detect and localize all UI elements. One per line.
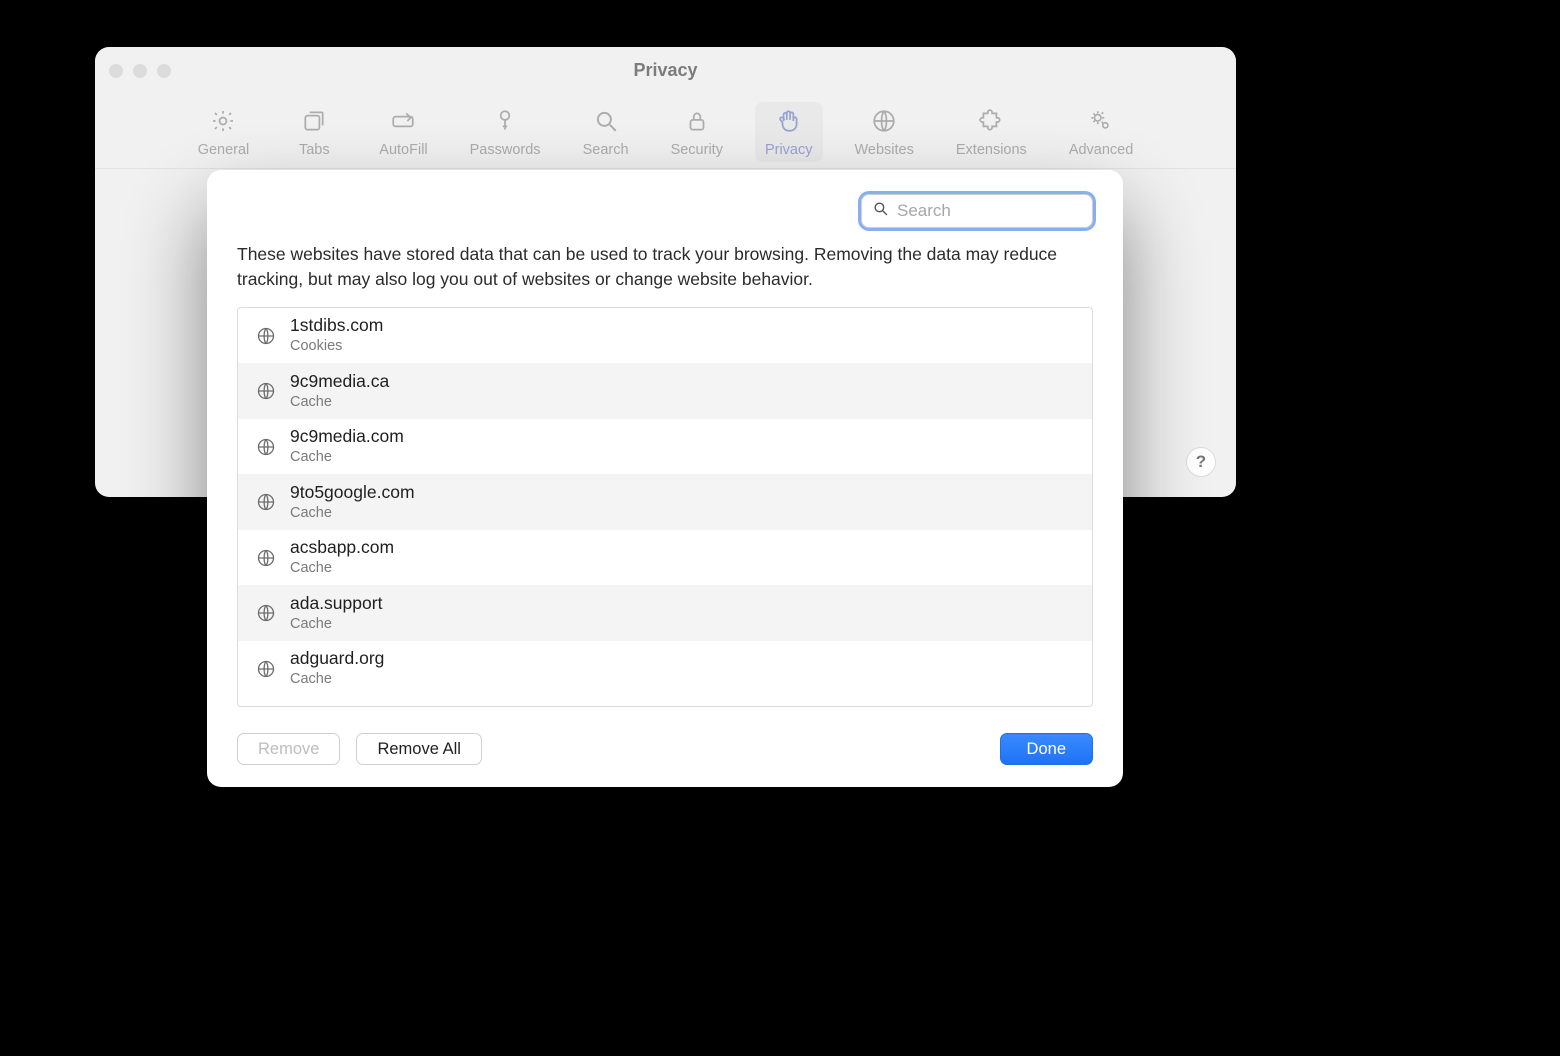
- tabs-icon: [301, 108, 327, 138]
- website-row[interactable]: ada.support Cache: [238, 585, 1092, 641]
- remove-all-button[interactable]: Remove All: [356, 733, 481, 765]
- website-data-kind: Cookies: [290, 338, 383, 355]
- website-row[interactable]: acsbapp.com Cache: [238, 530, 1092, 586]
- website-data-kind: Cache: [290, 394, 389, 411]
- sheet-description: These websites have stored data that can…: [237, 242, 1093, 293]
- website-domain: 9to5google.com: [290, 482, 415, 503]
- website-data-sheet: These websites have stored data that can…: [207, 170, 1123, 787]
- puzzle-icon: [978, 108, 1004, 138]
- globe-icon: [256, 603, 276, 623]
- tab-label: Advanced: [1069, 142, 1134, 158]
- gears-icon: [1088, 108, 1114, 138]
- pencil-field-icon: [390, 108, 416, 138]
- globe-icon: [256, 437, 276, 457]
- website-row[interactable]: 9c9media.com Cache: [238, 419, 1092, 475]
- globe-icon: [256, 659, 276, 679]
- gear-icon: [210, 108, 236, 138]
- tab-label: Passwords: [470, 142, 541, 158]
- window-title: Privacy: [95, 60, 1236, 81]
- done-button[interactable]: Done: [1000, 733, 1093, 765]
- tab-passwords[interactable]: Passwords: [460, 102, 551, 162]
- tab-advanced[interactable]: Advanced: [1059, 102, 1144, 162]
- lock-icon: [684, 108, 710, 138]
- tab-label: Privacy: [765, 142, 813, 158]
- website-domain: adguard.org: [290, 648, 384, 669]
- website-data-kind: Cache: [290, 505, 415, 522]
- tab-label: Extensions: [956, 142, 1027, 158]
- tab-tabs[interactable]: Tabs: [281, 102, 347, 162]
- sheet-footer: Remove Remove All Done: [237, 733, 1093, 765]
- search-field-wrap[interactable]: [861, 194, 1093, 228]
- tab-extensions[interactable]: Extensions: [946, 102, 1037, 162]
- tab-label: Search: [583, 142, 629, 158]
- tab-autofill[interactable]: AutoFill: [369, 102, 437, 162]
- search-input[interactable]: [897, 201, 1118, 221]
- remove-button[interactable]: Remove: [237, 733, 340, 765]
- tab-general[interactable]: General: [188, 102, 260, 162]
- titlebar: Privacy: [95, 47, 1236, 95]
- tab-privacy[interactable]: Privacy: [755, 102, 823, 162]
- website-data-kind: Cache: [290, 560, 394, 577]
- tab-label: Websites: [855, 142, 914, 158]
- tab-search[interactable]: Search: [573, 102, 639, 162]
- globe-icon: [256, 326, 276, 346]
- globe-icon: [256, 381, 276, 401]
- magnifier-icon: [593, 108, 619, 138]
- website-domain: ada.support: [290, 593, 382, 614]
- tab-label: Tabs: [299, 142, 330, 158]
- website-row[interactable]: 1stdibs.com Cookies: [238, 308, 1092, 364]
- website-domain: 1stdibs.com: [290, 315, 383, 336]
- tab-security[interactable]: Security: [661, 102, 733, 162]
- tab-label: Security: [671, 142, 723, 158]
- preferences-toolbar: General Tabs AutoFill Passwords: [95, 95, 1236, 169]
- question-icon: ?: [1196, 452, 1206, 472]
- website-domain: 9c9media.ca: [290, 371, 389, 392]
- hand-icon: [776, 108, 802, 138]
- website-data-kind: Cache: [290, 616, 382, 633]
- search-icon: [872, 200, 889, 222]
- tab-websites[interactable]: Websites: [845, 102, 924, 162]
- globe-icon: [871, 108, 897, 138]
- website-row[interactable]: adguard.org Cache: [238, 641, 1092, 697]
- tab-label: AutoFill: [379, 142, 427, 158]
- key-icon: [492, 108, 518, 138]
- tab-label: General: [198, 142, 250, 158]
- website-data-kind: Cache: [290, 449, 404, 466]
- website-row[interactable]: 9to5google.com Cache: [238, 474, 1092, 530]
- website-domain: 9c9media.com: [290, 426, 404, 447]
- help-button[interactable]: ?: [1186, 447, 1216, 477]
- website-row[interactable]: 9c9media.ca Cache: [238, 363, 1092, 419]
- globe-icon: [256, 548, 276, 568]
- website-domain: acsbapp.com: [290, 537, 394, 558]
- website-data-kind: Cache: [290, 671, 384, 688]
- website-list[interactable]: 1stdibs.com Cookies 9c9media.ca Cache 9c…: [237, 307, 1093, 707]
- globe-icon: [256, 492, 276, 512]
